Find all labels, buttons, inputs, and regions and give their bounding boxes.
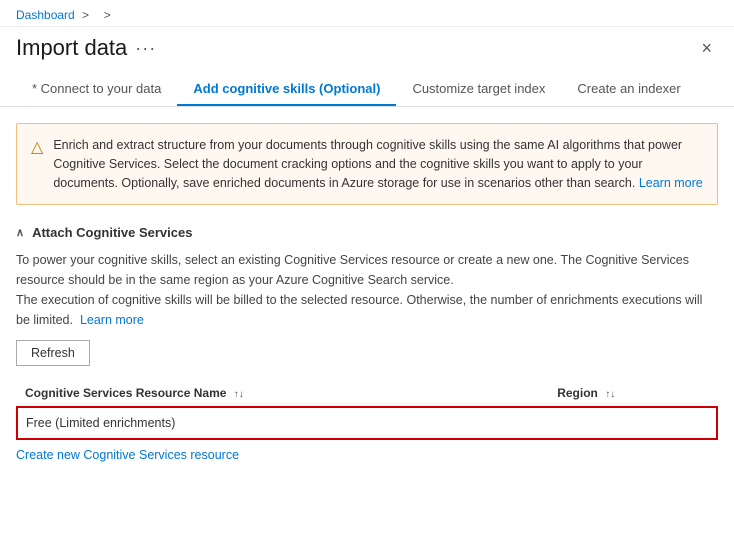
sort-icon-name: ↑↓ [234,389,244,400]
learn-more-link[interactable]: Learn more [80,313,144,327]
tab-cognitive[interactable]: Add cognitive skills (Optional) [177,73,396,106]
col-region[interactable]: Region ↑↓ [549,380,717,407]
cell-resource-name: Free (Limited enrichments) [17,407,549,439]
page-header: Import data ··· × [0,27,734,61]
breadcrumb: Dashboard > > [16,8,118,22]
section-header: ∧ Attach Cognitive Services [16,225,718,240]
banner-learn-more-link[interactable]: Learn more [639,176,703,190]
refresh-button[interactable]: Refresh [16,340,90,366]
attach-cognitive-section: ∧ Attach Cognitive Services To power you… [16,225,718,462]
sort-icon-region: ↑↓ [605,389,615,400]
collapse-chevron[interactable]: ∧ [16,226,24,239]
warning-icon: △ [31,137,43,157]
cell-region [549,407,717,439]
tab-index[interactable]: Customize target index [396,73,561,106]
section-description: To power your cognitive skills, select a… [16,250,718,330]
col-resource-name[interactable]: Cognitive Services Resource Name ↑↓ [17,380,549,407]
table-row-free[interactable]: Free (Limited enrichments) [17,407,717,439]
tab-connect[interactable]: * Connect to your data [16,73,177,106]
resource-table: Cognitive Services Resource Name ↑↓ Regi… [16,380,718,440]
more-options-icon[interactable]: ··· [135,38,156,59]
close-button[interactable]: × [695,36,718,61]
breadcrumb-dashboard[interactable]: Dashboard [16,8,75,22]
create-cognitive-service-link[interactable]: Create new Cognitive Services resource [16,448,239,462]
main-content: △ Enrich and extract structure from your… [0,107,734,494]
page-title: Import data [16,35,127,61]
tab-indexer[interactable]: Create an indexer [561,73,696,106]
section-title: Attach Cognitive Services [32,225,192,240]
wizard-tabs: * Connect to your data Add cognitive ski… [0,61,734,107]
banner-text: Enrich and extract structure from your d… [53,136,703,192]
info-banner: △ Enrich and extract structure from your… [16,123,718,205]
